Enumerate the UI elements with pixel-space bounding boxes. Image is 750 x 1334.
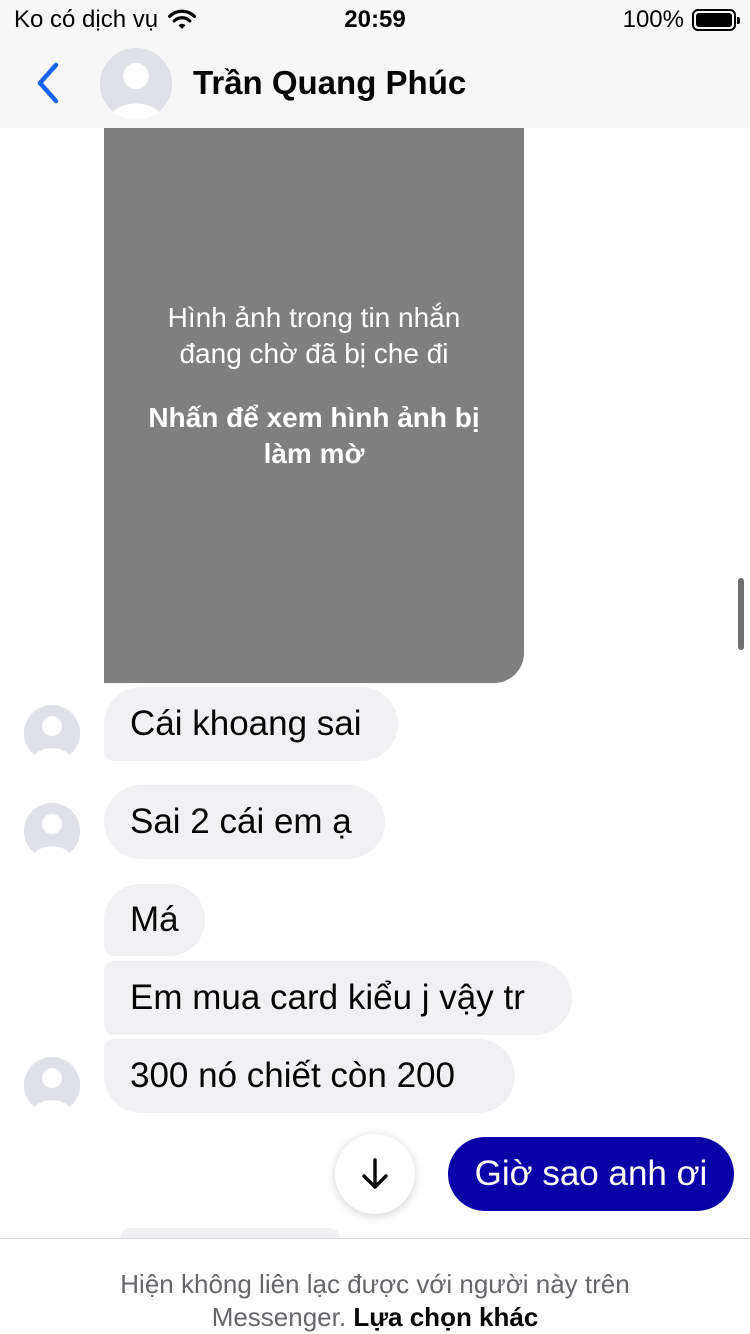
contact-name[interactable]: Trần Quang Phúc [193,64,466,102]
notice-text: Hiện không liên lạc được với người này t… [120,1269,630,1299]
arrow-down-icon [362,1158,388,1189]
avatar-placeholder-icon [100,48,172,120]
back-chevron-icon [37,62,59,104]
avatar-placeholder-icon [24,803,80,859]
hidden-image-notice-line: đang chờ đã bị che đi [179,337,449,369]
received-message[interactable]: Sai 2 cái em ạ [104,785,385,859]
scrollbar[interactable] [738,578,744,650]
sender-avatar[interactable] [24,705,80,761]
avatar-placeholder-icon [24,705,80,761]
blurred-image-message[interactable]: Hình ảnh trong tin nhắn đang chờ đã bị c… [104,128,524,683]
battery-percent: 100% [622,6,684,33]
received-message[interactable]: Má [104,884,205,956]
status-bar: Ko có dịch vụ 20:59 100% [0,0,750,40]
received-message[interactable]: 300 nó chiết còn 200 [104,1039,515,1113]
sent-message[interactable]: Giờ sao anh ơi [448,1137,734,1211]
received-message[interactable]: Cái khoang sai [104,687,398,761]
unavailable-notice: Hiện không liên lạc được với người này t… [0,1238,750,1334]
tap-to-view-line: Nhấn để xem hình ảnh bị [148,401,480,433]
sender-avatar[interactable] [24,803,80,859]
received-message[interactable]: Em mua card kiểu j vậy tr [104,961,572,1035]
other-options-link[interactable]: Lựa chọn khác [353,1302,538,1332]
avatar-placeholder-icon [24,1057,80,1113]
tap-to-view-prompt: Nhấn để xem hình ảnh bị làm mờ [148,400,479,472]
notice-second-line: Messenger. Lựa chọn khác [0,1301,750,1334]
hidden-image-notice: Hình ảnh trong tin nhắn đang chờ đã bị c… [168,300,461,372]
contact-avatar[interactable] [100,48,172,120]
sender-avatar[interactable] [24,1057,80,1113]
scroll-to-latest-button[interactable] [335,1134,415,1214]
tap-to-view-line: làm mờ [263,437,365,469]
back-button[interactable] [28,58,68,108]
battery-group: 100% [622,6,740,34]
notice-text-end: Messenger. [211,1302,347,1332]
hidden-image-notice-line: Hình ảnh trong tin nhắn [167,301,461,333]
battery-icon [692,9,740,31]
